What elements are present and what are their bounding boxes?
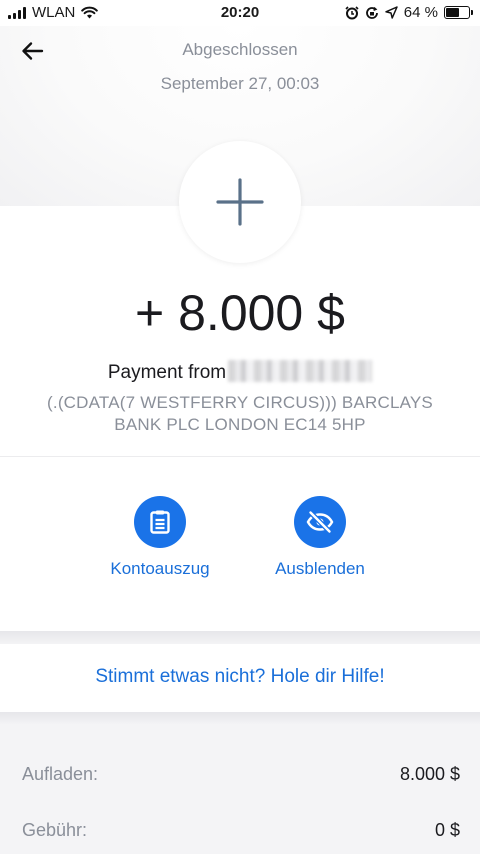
detail-value: 0 $ [434,820,460,840]
rotation-lock-icon [365,6,378,19]
section-separator [0,631,480,644]
detail-row-topup: Aufladen: 8.000 $ [22,764,460,785]
transaction-status: Abgeschlossen [182,40,298,59]
help-link[interactable]: Stimmt etwas nicht? Hole dir Hilfe! [0,644,480,710]
detail-key: Aufladen: [22,764,99,784]
statement-button[interactable]: Kontoauszug [90,496,230,579]
transaction-date: September 27, 00:03 [160,74,320,93]
detail-value: 8.000 $ [399,764,460,784]
redacted-payer-name [228,360,373,382]
transaction-amount: + 8.000 $ [135,285,345,341]
divider [0,456,480,457]
location-icon [385,6,398,19]
battery-percentage: 64 % [403,4,438,21]
statement-icon [150,510,170,534]
battery-icon [444,6,473,19]
payer-address: (.(CDATA(7 WESTFERRY CIRCUS))) BARCLAYS … [47,393,433,434]
payer-label: Payment from [107,362,227,383]
transaction-type-badge [179,141,301,263]
detail-key: Gebühr: [22,820,88,840]
hide-button[interactable]: Ausblenden [250,496,390,579]
details-panel: Aufladen: 8.000 $ Gebühr: 0 $ [0,724,480,854]
detail-row-fee: Gebühr: 0 $ [22,820,460,841]
section-separator [0,712,480,724]
plus-icon [216,178,264,226]
hide-label: Ausblenden [275,559,365,578]
payer-line: Payment from [0,360,480,384]
status-bar: WLAN 20:20 64 % [0,0,480,26]
alarm-icon [345,5,359,19]
statement-label: Kontoauszug [110,559,210,578]
eye-off-icon [306,510,334,534]
